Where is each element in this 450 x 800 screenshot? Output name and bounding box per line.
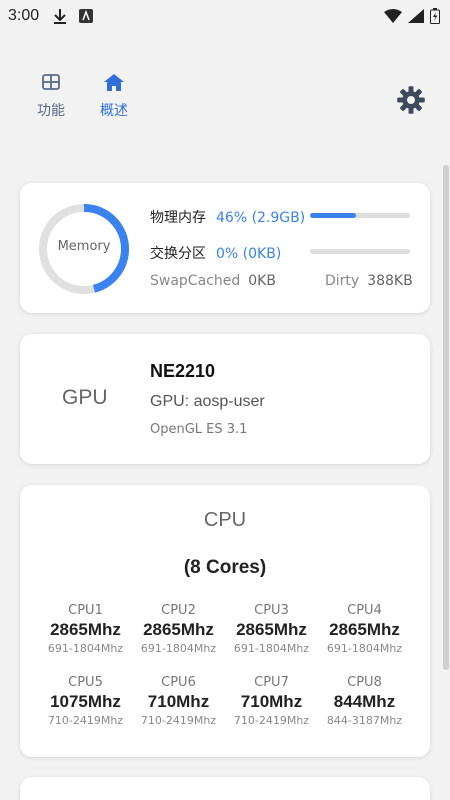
cpu-core-name: CPU5 (68, 675, 103, 690)
swap-cached-label: SwapCached (150, 273, 241, 289)
cpu-core-name: CPU3 (254, 603, 289, 618)
cpu-core-range: 691-1804Mhz (47, 642, 124, 655)
cpu-core-range: 691-1804Mhz (140, 642, 217, 655)
cpu-core-item: CPU2 2865Mhz 691-1804Mhz (132, 603, 225, 655)
gpu-heading: GPU (62, 386, 108, 409)
cpu-core-frequency: 2865Mhz (143, 620, 214, 639)
cpu-core-frequency: 2865Mhz (50, 620, 121, 639)
cpu-core-name: CPU7 (254, 675, 289, 690)
cpu-core-range: 691-1804Mhz (326, 642, 403, 655)
cpu-core-count: (8 Cores) (183, 557, 267, 578)
top-nav: 功能 概述 (0, 64, 450, 134)
swap-label: 交换分区 (150, 246, 206, 262)
cpu-core-frequency: 2865Mhz (329, 620, 400, 639)
next-card[interactable] (20, 777, 430, 800)
cpu-core-name: CPU2 (161, 603, 196, 618)
cpu-core-range: 710-2419Mhz (233, 714, 310, 727)
gpu-card[interactable]: GPU NE2210 GPU: aosp-user OpenGL ES 3.1 (20, 334, 430, 464)
battery-icon (430, 8, 440, 24)
swap-bar (310, 249, 410, 254)
swap-cached-value: 0KB (248, 273, 276, 289)
gpu-name: GPU: aosp-user (150, 393, 265, 410)
tab-overview-label: 概述 (100, 103, 128, 119)
memory-ring-label: Memory (57, 239, 111, 254)
dirty-value: 388KB (367, 273, 413, 289)
cpu-core-frequency: 710Mhz (147, 692, 210, 711)
physical-memory-bar (310, 213, 410, 218)
cpu-core-name: CPU1 (68, 603, 103, 618)
tab-functions-label: 功能 (37, 103, 65, 119)
signal-icon (408, 9, 424, 23)
cpu-core-name: CPU6 (161, 675, 196, 690)
physical-memory-value: 46% (2.9GB) (216, 210, 306, 226)
cpu-core-item: CPU6 710Mhz 710-2419Mhz (132, 675, 225, 727)
memory-card[interactable]: Memory 物理内存 46% (2.9GB) 交换分区 0% (0KB) Swap… (20, 183, 430, 313)
physical-memory-row: 物理内存 46% (2.9GB) (150, 207, 305, 227)
cpu-core-item: CPU5 1075Mhz 710-2419Mhz (39, 675, 132, 727)
cpu-core-frequency: 710Mhz (240, 692, 303, 711)
wifi-icon (384, 9, 402, 23)
swap-row: 交换分区 0% (0KB) (150, 243, 281, 263)
tab-overview[interactable]: 概述 (89, 72, 139, 120)
dirty-label: Dirty (325, 273, 360, 289)
grid-icon (42, 74, 60, 90)
cpu-core-range: 844-3187Mhz (326, 714, 403, 727)
app-notification-icon (79, 9, 94, 23)
dirty-row: Dirty 388KB (325, 273, 413, 289)
physical-memory-bar-fill (310, 213, 356, 218)
cpu-heading: CPU (203, 509, 247, 531)
cpu-core-frequency: 2865Mhz (236, 620, 307, 639)
tab-functions[interactable]: 功能 (26, 72, 76, 120)
status-system-icons (384, 8, 440, 24)
physical-memory-label: 物理内存 (150, 210, 206, 226)
cpu-core-range: 691-1804Mhz (233, 642, 310, 655)
cpu-core-range: 710-2419Mhz (47, 714, 124, 727)
status-time: 3:00 (8, 7, 40, 24)
cpu-core-item: CPU8 844Mhz 844-3187Mhz (318, 675, 411, 727)
download-icon (54, 9, 67, 24)
cpu-core-frequency: 1075Mhz (50, 692, 121, 711)
home-icon (104, 74, 124, 91)
gpu-model: NE2210 (150, 361, 216, 381)
cpu-core-frequency: 844Mhz (333, 692, 396, 711)
cpu-card[interactable]: CPU (8 Cores) CPU1 2865Mhz 691-1804Mhz C… (20, 485, 430, 757)
swap-value: 0% (0KB) (216, 246, 282, 262)
cpu-core-item: CPU3 2865Mhz 691-1804Mhz (225, 603, 318, 655)
gpu-opengl-version: OpenGL ES 3.1 (150, 422, 248, 437)
cpu-core-range: 710-2419Mhz (140, 714, 217, 727)
cpu-core-item: CPU1 2865Mhz 691-1804Mhz (39, 603, 132, 655)
cpu-core-item: CPU4 2865Mhz 691-1804Mhz (318, 603, 411, 655)
status-bar: 3:00 (0, 0, 450, 32)
gear-icon[interactable] (396, 85, 426, 115)
scrollbar[interactable] (443, 165, 449, 670)
cpu-core-name: CPU8 (347, 675, 382, 690)
cpu-core-item: CPU7 710Mhz 710-2419Mhz (225, 675, 318, 727)
swap-cached-row: SwapCached 0KB (150, 273, 276, 289)
status-notification-icons (53, 8, 94, 24)
cpu-core-name: CPU4 (347, 603, 382, 618)
